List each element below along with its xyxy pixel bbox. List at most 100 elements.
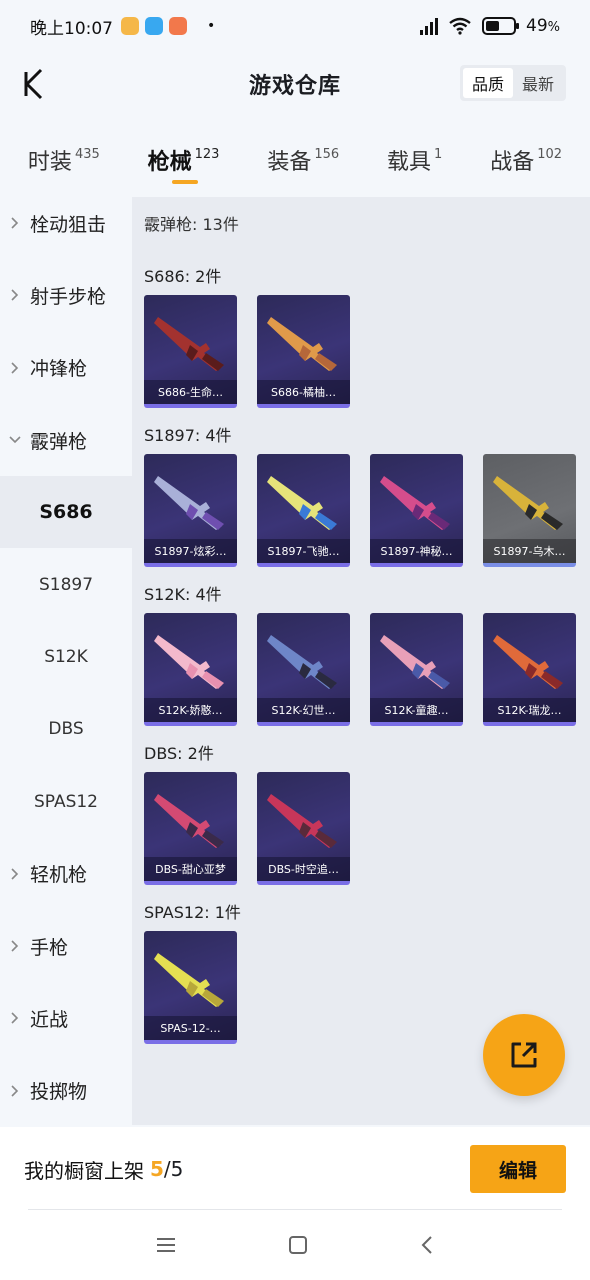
showcase-label: 我的橱窗上架 [24,1158,144,1183]
tab-label: 装备 [267,150,312,175]
chevron-right-icon [0,217,30,229]
tab-firearms[interactable]: 枪械 123 [147,128,220,190]
weapon-skin-card[interactable]: S686-生命… [144,295,237,408]
sidebar-item[interactable]: 近战 [0,982,132,1054]
sidebar-item-label: 栓动狙击 [30,213,107,236]
chevron-right-icon [0,1012,30,1024]
sidebar-item[interactable]: 射手步枪 [0,259,132,331]
weapon-group-title: S1897: 4件 [144,426,232,445]
chevron-right-icon [0,362,30,374]
app-notification-icon [121,17,139,35]
sidebar-subitem[interactable]: S1897 [0,548,132,620]
weapon-skin-image [154,794,224,848]
weapon-card-row: S12K-娇憨… S12K-幻世… S12K-童趣… S12K-瑞龙… [144,613,590,726]
sidebar-item[interactable]: 投掷物 [0,1055,132,1127]
showcase-total: 5 [170,1157,184,1181]
cellular-signal-icon [420,17,438,35]
sidebar-item-label: 冲锋枪 [30,358,88,381]
weapon-group-title: DBS: 2件 [144,744,214,763]
external-link-icon [511,1042,537,1068]
tab-label: 战备 [490,150,535,175]
tab-count: 1 [434,147,443,162]
tab-vehicles[interactable]: 载具 1 [387,128,442,190]
more-notifications-icon: • [207,18,216,34]
status-time: 晚上10:07 [30,18,113,39]
weapon-skin-card[interactable]: SPAS-12-… [144,931,237,1044]
weapon-skin-card[interactable]: S1897-神秘… [370,454,463,567]
sidebar-item-label: 霰弹枪 [30,430,88,453]
tab-fashion[interactable]: 时装 435 [28,128,100,190]
weapon-card-row: S686-生命… S686-橘柚… [144,295,590,408]
back-button[interactable] [14,64,54,104]
sidebar-item[interactable]: 霰弹枪 [0,404,132,476]
sidebar-subitem[interactable]: DBS [0,693,132,765]
weapon-skin-image [267,476,337,530]
weapon-skin-name: S1897-神秘… [370,539,463,563]
weapon-card-row: S1897-炫彩… S1897-飞驰… S1897-神秘… S1897-乌木… [144,454,590,567]
weapon-skin-name: S1897-飞驰… [257,539,350,563]
weapon-skin-name: S1897-炫彩… [144,539,237,563]
sidebar-item[interactable]: 冲锋枪 [0,332,132,404]
home-icon[interactable] [287,1234,309,1256]
weapon-skin-card[interactable]: DBS-时空追… [257,772,350,885]
back-icon[interactable] [419,1234,435,1256]
weapon-skin-name: S12K-瑞龙… [483,698,576,722]
tab-count: 435 [74,147,100,162]
weapon-skin-name: DBS-甜心亚梦 [144,857,237,881]
battery-percent: 49% [526,16,560,36]
weapon-group-title: SPAS12: 1件 [144,903,241,922]
sidebar-item[interactable]: 轻机枪 [0,838,132,910]
tab-label: 载具 [387,150,432,175]
weapon-skin-image [267,794,337,848]
wifi-icon [449,17,471,35]
sidebar-subitem[interactable]: SPAS12 [0,765,132,837]
sort-by-newest-button[interactable]: 最新 [513,68,563,98]
sidebar-item-label: 射手步枪 [30,285,107,308]
header: 游戏仓库 品质 最新 [0,52,590,116]
active-tab-indicator [171,180,198,184]
sidebar-item[interactable]: 手枪 [0,910,132,982]
sidebar-item[interactable]: 栓动狙击 [0,187,132,259]
weapon-skin-card[interactable]: S12K-童趣… [370,613,463,726]
weapon-skin-card[interactable]: S1897-飞驰… [257,454,350,567]
tab-supplies[interactable]: 战备 102 [490,128,562,190]
tab-label: 时装 [27,150,72,175]
weapon-skin-card[interactable]: S1897-炫彩… [144,454,237,567]
sidebar-item-label: DBS [48,719,84,740]
weapon-card-row: DBS-甜心亚梦 DBS-时空追… [144,772,590,885]
tab-count: 123 [194,147,220,162]
weapon-skin-name: S686-橘柚… [257,380,350,404]
chevron-right-icon [0,289,30,302]
showcase-current: 5 [150,1157,164,1181]
weapon-skin-image [154,317,224,371]
edit-button[interactable]: 编辑 [470,1145,566,1193]
weapon-skin-card[interactable]: S1897-乌木… [483,454,576,567]
weapon-skin-card[interactable]: S12K-娇憨… [144,613,237,726]
weapon-skin-image [154,635,224,689]
tab-equipment[interactable]: 装备 156 [267,128,339,190]
sidebar-item-label: 近战 [30,1008,69,1031]
sidebar-item-label: 投掷物 [30,1081,88,1104]
weapon-skin-card[interactable]: DBS-甜心亚梦 [144,772,237,885]
chevron-right-icon [0,940,30,952]
weapon-skin-image [154,476,224,530]
status-bar: 晚上10:07 • 49% [0,0,590,52]
weapon-skin-card[interactable]: S686-橘柚… [257,295,350,408]
weapon-skin-image [267,635,337,689]
tab-label: 枪械 [147,150,192,175]
weapon-category-sidebar: 栓动狙击射手步枪冲锋枪霰弹枪 S686 S1897 S12K DBS SPAS12 轻机枪手… [0,187,132,1127]
tab-count: 156 [314,147,340,162]
weapon-list: 霰弹枪: 13件 S686: 2件 S686-生命… S686-橘柚… S1897: … [132,197,590,1125]
sidebar-subitem[interactable]: S686 [0,476,132,549]
weapon-skin-card[interactable]: S12K-幻世… [257,613,350,726]
sidebar-subitem[interactable]: S12K [0,621,132,693]
weapon-skin-name: S12K-童趣… [370,698,463,722]
weapon-skin-image [493,476,563,530]
menu-icon[interactable] [155,1236,177,1254]
weapon-skin-image [380,635,450,689]
weapon-skin-name: S12K-幻世… [257,698,350,722]
app-notification-icon [169,17,187,35]
weapon-skin-card[interactable]: S12K-瑞龙… [483,613,576,726]
share-button[interactable] [483,1014,565,1096]
sort-by-quality-button[interactable]: 品质 [463,68,513,98]
